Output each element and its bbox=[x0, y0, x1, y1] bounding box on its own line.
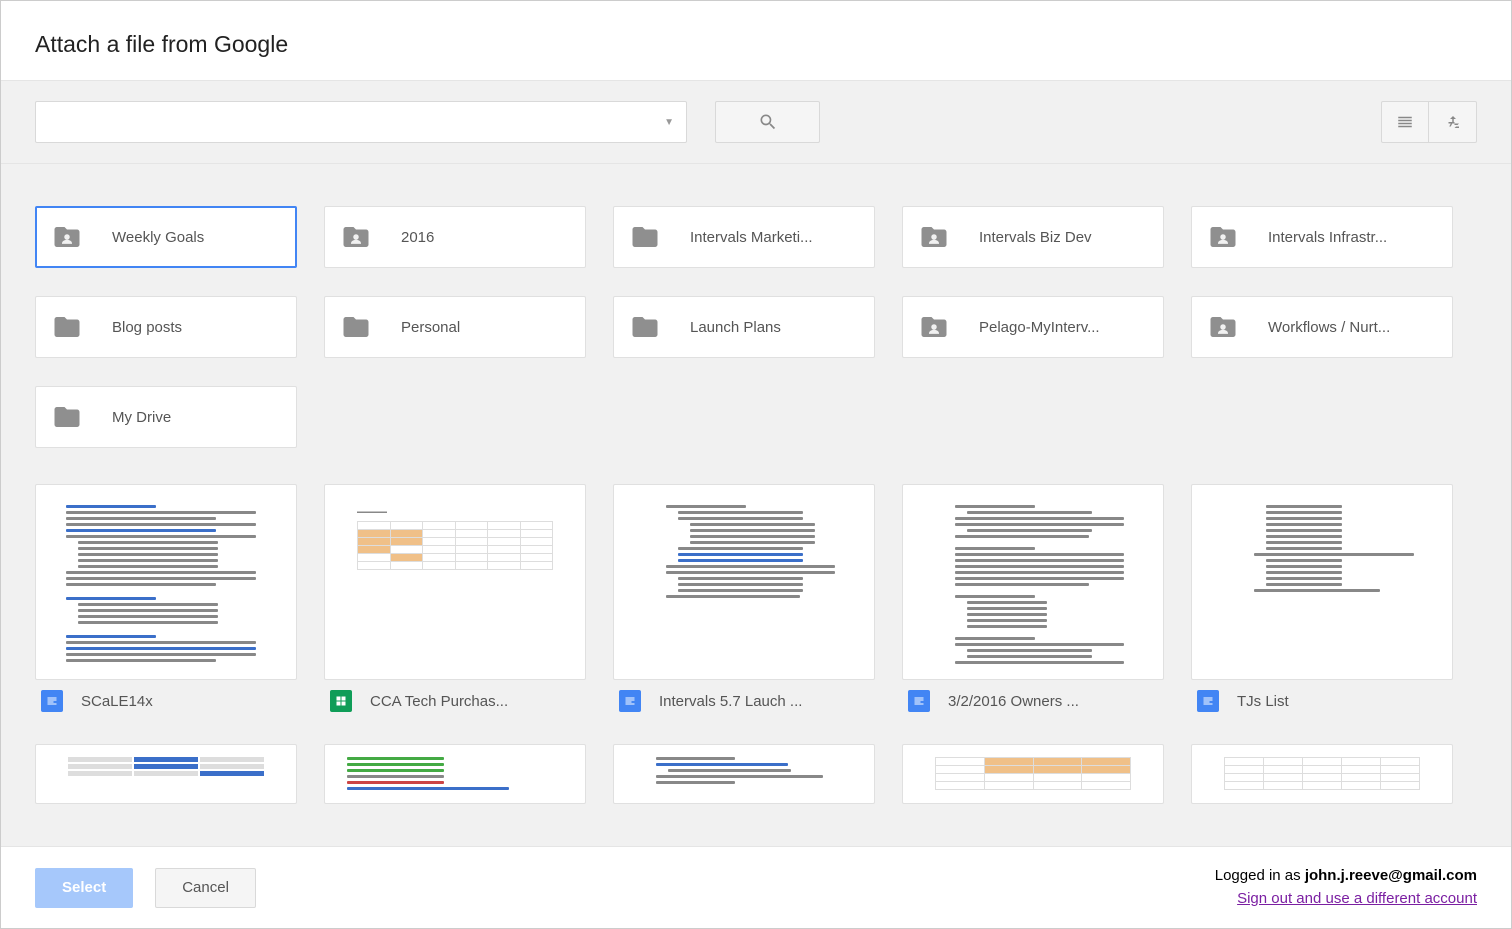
folder-label: 2016 bbox=[401, 229, 434, 246]
file-item[interactable] bbox=[613, 744, 875, 804]
file-thumbnail bbox=[35, 484, 297, 680]
file-thumbnail bbox=[613, 744, 875, 804]
shared-folder-icon bbox=[52, 222, 82, 252]
folder-item[interactable]: 2016 bbox=[324, 206, 586, 268]
select-button[interactable]: Select bbox=[35, 868, 133, 908]
list-icon bbox=[1396, 113, 1414, 131]
file-label: TJs List bbox=[1237, 693, 1289, 710]
file-label: SCaLE14x bbox=[81, 693, 153, 710]
shared-folder-icon bbox=[341, 222, 371, 252]
google-sheet-icon bbox=[330, 690, 352, 712]
dialog-header: Attach a file from Google bbox=[1, 1, 1511, 81]
file-label: Intervals 5.7 Lauch ... bbox=[659, 693, 802, 710]
search-input[interactable] bbox=[48, 114, 664, 130]
folder-item[interactable]: My Drive bbox=[35, 386, 297, 448]
google-doc-icon bbox=[619, 690, 641, 712]
search-box[interactable]: ▼ bbox=[35, 101, 687, 143]
dialog-footer: Select Cancel Logged in as john.j.reeve@… bbox=[1, 846, 1511, 928]
file-item[interactable] bbox=[902, 744, 1164, 804]
file-thumbnail bbox=[1191, 484, 1453, 680]
folder-icon bbox=[341, 312, 371, 342]
account-email: john.j.reeve@gmail.com bbox=[1305, 867, 1477, 884]
folder-label: Pelago-MyInterv... bbox=[979, 319, 1100, 336]
folder-label: Workflows / Nurt... bbox=[1268, 319, 1390, 336]
folder-label: My Drive bbox=[112, 409, 171, 426]
folder-label: Intervals Biz Dev bbox=[979, 229, 1092, 246]
file-item[interactable] bbox=[324, 744, 586, 804]
account-info: Logged in as john.j.reeve@gmail.com Sign… bbox=[1215, 865, 1477, 910]
shared-folder-icon bbox=[1208, 222, 1238, 252]
file-thumbnail bbox=[35, 744, 297, 804]
google-doc-icon bbox=[1197, 690, 1219, 712]
cancel-button[interactable]: Cancel bbox=[155, 868, 256, 908]
file-thumbnail bbox=[613, 484, 875, 680]
file-thumbnail bbox=[902, 484, 1164, 680]
file-thumbnail: ▬▬▬▬▬▬ bbox=[324, 484, 586, 680]
folder-grid: Weekly Goals 2016 Intervals Marketi... I… bbox=[35, 206, 1477, 448]
folder-icon bbox=[52, 402, 82, 432]
dialog-title: Attach a file from Google bbox=[35, 31, 1477, 58]
folder-label: Blog posts bbox=[112, 319, 182, 336]
file-thumbnail bbox=[902, 744, 1164, 804]
folder-icon bbox=[630, 222, 660, 252]
shared-folder-icon bbox=[1208, 312, 1238, 342]
file-item[interactable]: SCaLE14x bbox=[35, 484, 297, 722]
file-item[interactable]: ▬▬▬▬▬▬ CCA Tech Purchas... bbox=[324, 484, 586, 722]
folder-label: Intervals Infrastr... bbox=[1268, 229, 1387, 246]
file-item[interactable]: 3/2/2016 Owners ... bbox=[902, 484, 1164, 722]
chevron-down-icon[interactable]: ▼ bbox=[664, 117, 674, 128]
folder-label: Weekly Goals bbox=[112, 229, 204, 246]
folder-item[interactable]: Blog posts bbox=[35, 296, 297, 358]
folder-label: Launch Plans bbox=[690, 319, 781, 336]
file-label: CCA Tech Purchas... bbox=[370, 693, 508, 710]
folder-item[interactable]: Workflows / Nurt... bbox=[1191, 296, 1453, 358]
file-item[interactable]: Intervals 5.7 Lauch ... bbox=[613, 484, 875, 722]
folder-label: Intervals Marketi... bbox=[690, 229, 813, 246]
shared-folder-icon bbox=[919, 222, 949, 252]
folder-item[interactable]: Intervals Biz Dev bbox=[902, 206, 1164, 268]
folder-item[interactable]: Intervals Infrastr... bbox=[1191, 206, 1453, 268]
sort-az-icon bbox=[1444, 113, 1462, 131]
google-doc-icon bbox=[41, 690, 63, 712]
folder-icon bbox=[52, 312, 82, 342]
folder-item[interactable]: Pelago-MyInterv... bbox=[902, 296, 1164, 358]
file-item[interactable]: TJs List bbox=[1191, 484, 1453, 722]
file-thumbnail bbox=[324, 744, 586, 804]
shared-folder-icon bbox=[919, 312, 949, 342]
folder-item[interactable]: Weekly Goals bbox=[35, 206, 297, 268]
file-label: 3/2/2016 Owners ... bbox=[948, 693, 1079, 710]
google-doc-icon bbox=[908, 690, 930, 712]
folder-icon bbox=[630, 312, 660, 342]
file-item[interactable] bbox=[35, 744, 297, 804]
file-item[interactable] bbox=[1191, 744, 1453, 804]
file-thumbnail bbox=[1191, 744, 1453, 804]
folder-item[interactable]: Launch Plans bbox=[613, 296, 875, 358]
file-picker-content[interactable]: Weekly Goals 2016 Intervals Marketi... I… bbox=[1, 164, 1511, 846]
file-grid: SCaLE14x ▬▬▬▬▬▬ bbox=[35, 484, 1477, 804]
search-icon bbox=[758, 112, 778, 132]
folder-label: Personal bbox=[401, 319, 460, 336]
logged-in-text: Logged in as bbox=[1215, 867, 1305, 884]
search-button[interactable] bbox=[715, 101, 820, 143]
folder-item[interactable]: Personal bbox=[324, 296, 586, 358]
sign-out-link[interactable]: Sign out and use a different account bbox=[1237, 890, 1477, 907]
list-view-button[interactable] bbox=[1381, 101, 1429, 143]
toolbar: ▼ bbox=[1, 81, 1511, 164]
folder-item[interactable]: Intervals Marketi... bbox=[613, 206, 875, 268]
sort-button[interactable] bbox=[1429, 101, 1477, 143]
